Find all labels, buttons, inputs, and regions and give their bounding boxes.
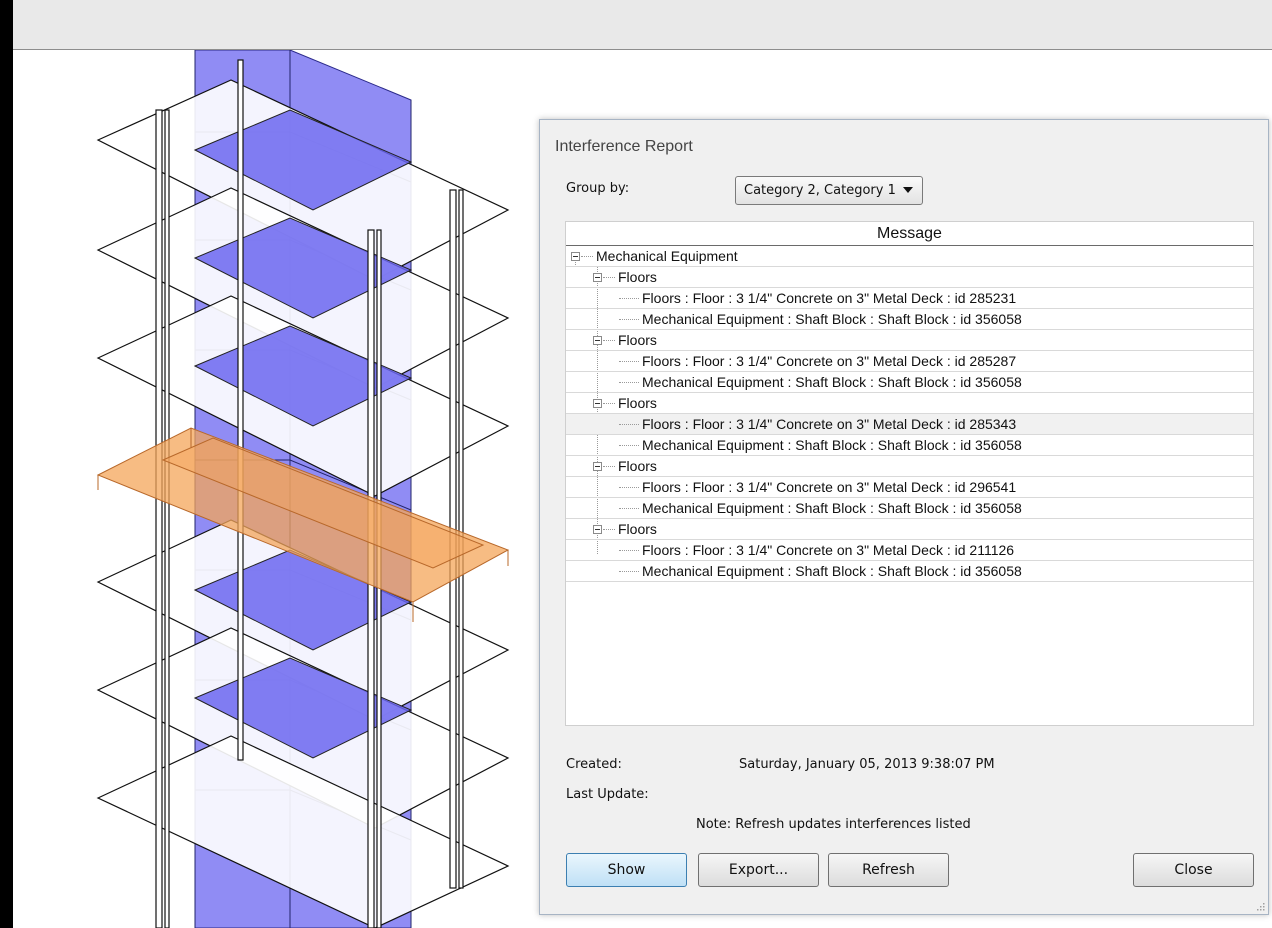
tree-item-row[interactable]: Floors : Floor : 3 1/4" Concrete on 3" M… xyxy=(566,288,1253,309)
tree-root-label: Mechanical Equipment xyxy=(596,248,738,264)
chevron-down-icon xyxy=(903,187,913,193)
tree-item-label: Floors : Floor : 3 1/4" Concrete on 3" M… xyxy=(642,416,1017,432)
building-3d-model xyxy=(96,50,510,928)
interference-report-dialog: Interference Report Group by: Category 2… xyxy=(539,119,1269,915)
tree-item-row[interactable]: Mechanical Equipment : Shaft Block : Sha… xyxy=(566,435,1253,456)
left-black-border xyxy=(0,0,13,928)
group-by-dropdown[interactable]: Category 2, Category 1 xyxy=(735,176,923,205)
created-label: Created: xyxy=(566,757,622,772)
tree-item-label: Floors : Floor : 3 1/4" Concrete on 3" M… xyxy=(642,542,1015,558)
tree-group-row[interactable]: Floors xyxy=(566,267,1253,288)
tree-group-label: Floors xyxy=(618,458,657,474)
tree-item-label: Mechanical Equipment : Shaft Block : Sha… xyxy=(642,311,1022,327)
tree-item-label: Mechanical Equipment : Shaft Block : Sha… xyxy=(642,563,1022,579)
tree-item-row[interactable]: Mechanical Equipment : Shaft Block : Sha… xyxy=(566,561,1253,582)
close-button[interactable]: Close xyxy=(1133,853,1254,887)
tree-item-label: Floors : Floor : 3 1/4" Concrete on 3" M… xyxy=(642,479,1017,495)
created-value: Saturday, January 05, 2013 9:38:07 PM xyxy=(739,757,995,772)
collapse-icon[interactable] xyxy=(593,462,602,471)
refresh-note: Note: Refresh updates interferences list… xyxy=(696,817,971,832)
dialog-title: Interference Report xyxy=(555,138,693,155)
tree-item-label: Mechanical Equipment : Shaft Block : Sha… xyxy=(642,374,1022,390)
tree-item-row[interactable]: Mechanical Equipment : Shaft Block : Sha… xyxy=(566,309,1253,330)
group-by-value: Category 2, Category 1 xyxy=(744,183,896,198)
last-update-label: Last Update: xyxy=(566,787,649,802)
tree-item-row-selected[interactable]: Floors : Floor : 3 1/4" Concrete on 3" M… xyxy=(566,414,1253,435)
interference-tree-list[interactable]: Message Mechanical Equipment Floors Floo… xyxy=(565,221,1254,726)
collapse-icon[interactable] xyxy=(593,273,602,282)
tree-item-row[interactable]: Mechanical Equipment : Shaft Block : Sha… xyxy=(566,372,1253,393)
tree-group-row[interactable]: Floors xyxy=(566,519,1253,540)
collapse-icon[interactable] xyxy=(593,525,602,534)
resize-grip-icon[interactable] xyxy=(1255,901,1265,911)
collapse-icon[interactable] xyxy=(571,252,580,261)
tree-item-row[interactable]: Mechanical Equipment : Shaft Block : Sha… xyxy=(566,498,1253,519)
export-button[interactable]: Export... xyxy=(698,853,819,887)
column-header-message[interactable]: Message xyxy=(566,222,1253,246)
tree-item-label: Floors : Floor : 3 1/4" Concrete on 3" M… xyxy=(642,353,1017,369)
tree-group-label: Floors xyxy=(618,395,657,411)
ribbon-toolbar-area xyxy=(13,0,1272,50)
tree-item-label: Mechanical Equipment : Shaft Block : Sha… xyxy=(642,437,1022,453)
tree-group-row[interactable]: Floors xyxy=(566,330,1253,351)
tree-item-label: Floors : Floor : 3 1/4" Concrete on 3" M… xyxy=(642,290,1017,306)
tree-group-label: Floors xyxy=(618,269,657,285)
tree-group-row[interactable]: Floors xyxy=(566,456,1253,477)
tree-item-row[interactable]: Floors : Floor : 3 1/4" Concrete on 3" M… xyxy=(566,540,1253,561)
tree-root-row[interactable]: Mechanical Equipment xyxy=(566,246,1253,267)
collapse-icon[interactable] xyxy=(593,336,602,345)
show-button[interactable]: Show xyxy=(566,853,687,887)
tree-item-row[interactable]: Floors : Floor : 3 1/4" Concrete on 3" M… xyxy=(566,477,1253,498)
tree-item-row[interactable]: Floors : Floor : 3 1/4" Concrete on 3" M… xyxy=(566,351,1253,372)
3d-view-viewport[interactable]: Interference Report Group by: Category 2… xyxy=(13,50,1272,928)
group-by-label: Group by: xyxy=(566,181,630,196)
tree-group-row[interactable]: Floors xyxy=(566,393,1253,414)
refresh-button[interactable]: Refresh xyxy=(828,853,949,887)
collapse-icon[interactable] xyxy=(593,399,602,408)
tree-group-label: Floors xyxy=(618,521,657,537)
tree-item-label: Mechanical Equipment : Shaft Block : Sha… xyxy=(642,500,1022,516)
tree-group-label: Floors xyxy=(618,332,657,348)
